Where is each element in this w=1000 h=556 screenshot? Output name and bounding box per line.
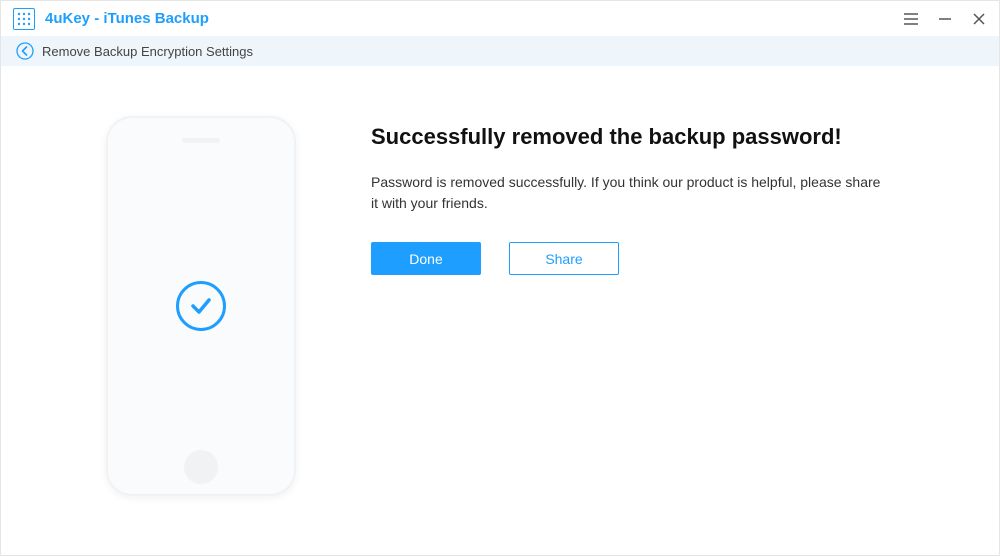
- menu-icon[interactable]: [903, 11, 919, 27]
- button-row: Done Share: [371, 242, 949, 275]
- phone-home-icon: [184, 450, 218, 484]
- phone-icon: [106, 116, 296, 496]
- breadcrumb-text: Remove Backup Encryption Settings: [42, 44, 253, 59]
- titlebar: 4uKey - iTunes Backup: [1, 1, 999, 36]
- window-controls: [903, 11, 987, 27]
- success-description: Password is removed successfully. If you…: [371, 172, 891, 214]
- check-circle-icon: [176, 281, 226, 331]
- app-title: 4uKey - iTunes Backup: [45, 10, 209, 27]
- minimize-icon[interactable]: [937, 11, 953, 27]
- success-heading: Successfully removed the backup password…: [371, 124, 949, 150]
- done-button[interactable]: Done: [371, 242, 481, 275]
- back-button[interactable]: [16, 42, 34, 60]
- share-button[interactable]: Share: [509, 242, 619, 275]
- close-icon[interactable]: [971, 11, 987, 27]
- phone-speaker-icon: [182, 138, 220, 143]
- phone-illustration: [91, 116, 311, 496]
- breadcrumb-bar: Remove Backup Encryption Settings: [1, 36, 999, 66]
- app-logo-icon: [13, 8, 35, 30]
- text-content: Successfully removed the backup password…: [371, 116, 949, 496]
- main-content: Successfully removed the backup password…: [1, 66, 999, 526]
